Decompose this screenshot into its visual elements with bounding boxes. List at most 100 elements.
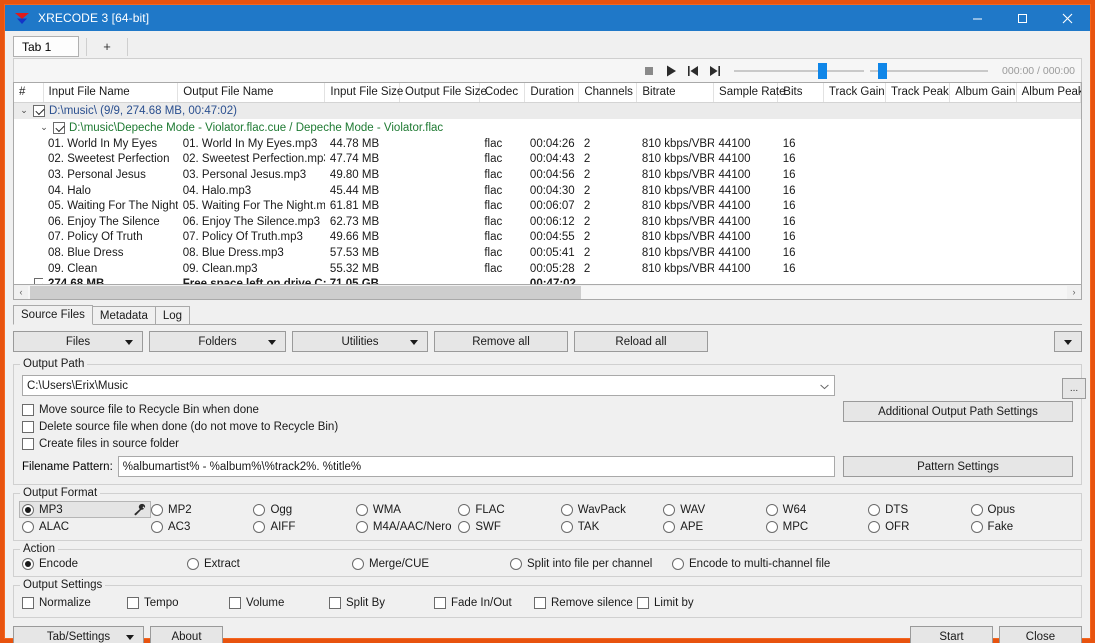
format-radio[interactable] bbox=[151, 504, 163, 516]
setting-option-limit-by[interactable]: Limit by bbox=[637, 594, 1073, 611]
table-horizontal-scrollbar[interactable]: ‹ › bbox=[13, 285, 1082, 300]
action-option-split-into-file-per-channel[interactable]: Split into file per channel bbox=[510, 558, 672, 570]
action-radio[interactable] bbox=[510, 558, 522, 570]
column-header-album-peak[interactable]: Album Peak bbox=[1016, 83, 1080, 102]
format-option-mp3[interactable]: MP3 bbox=[22, 503, 151, 516]
scroll-thumb[interactable] bbox=[30, 286, 581, 299]
format-radio[interactable] bbox=[356, 504, 368, 516]
total-checkbox[interactable] bbox=[34, 278, 43, 285]
seek-slider[interactable] bbox=[734, 62, 864, 80]
column-header-bitrate[interactable]: Bitrate bbox=[637, 83, 714, 102]
format-radio[interactable] bbox=[22, 504, 34, 516]
format-radio[interactable] bbox=[868, 504, 880, 516]
format-radio[interactable] bbox=[663, 521, 675, 533]
format-radio[interactable] bbox=[253, 504, 265, 516]
table-row[interactable]: 404. Halo04. Halo.mp345.44 MBflac00:04:3… bbox=[14, 183, 1081, 199]
setting-checkbox[interactable] bbox=[329, 597, 341, 609]
format-radio[interactable] bbox=[458, 521, 470, 533]
about-button[interactable]: About bbox=[150, 626, 223, 643]
format-option-w64[interactable]: W64 bbox=[766, 503, 868, 516]
close-button[interactable] bbox=[1045, 5, 1090, 31]
column-header-album-gain[interactable]: Album Gain bbox=[950, 83, 1016, 102]
close-dialog-button[interactable]: Close bbox=[999, 626, 1082, 643]
column-header-bits[interactable]: Bits bbox=[778, 83, 824, 102]
format-radio[interactable] bbox=[766, 521, 778, 533]
group-checkbox[interactable] bbox=[33, 105, 45, 117]
next-button[interactable] bbox=[704, 61, 726, 81]
table-group-row[interactable]: ⌄D:\music\ (9/9, 274.68 MB, 00:47:02) bbox=[14, 102, 1081, 119]
format-radio[interactable] bbox=[253, 521, 265, 533]
add-tab-button[interactable]: + bbox=[94, 36, 120, 57]
column-header-duration[interactable]: Duration bbox=[525, 83, 579, 102]
column-header-channels[interactable]: Channels bbox=[579, 83, 637, 102]
subgroup-checkbox[interactable] bbox=[53, 122, 65, 134]
scroll-trough[interactable] bbox=[28, 286, 1067, 299]
output-path-input[interactable]: C:\Users\Erix\Music bbox=[22, 375, 835, 396]
table-subgroup-row[interactable]: ⌄D:\music\Depeche Mode - Violator.flac.c… bbox=[14, 119, 1081, 136]
setting-checkbox[interactable] bbox=[637, 597, 649, 609]
move-source-to-recycle-bin-checkbox[interactable] bbox=[22, 404, 34, 416]
format-radio[interactable] bbox=[22, 521, 34, 533]
format-option-wma[interactable]: WMA bbox=[356, 503, 458, 516]
volume-thumb[interactable] bbox=[878, 63, 887, 79]
chevron-down-icon[interactable] bbox=[820, 384, 829, 389]
format-option-ac3[interactable]: AC3 bbox=[151, 521, 253, 533]
table-row[interactable]: 707. Policy Of Truth07. Policy Of Truth.… bbox=[14, 230, 1081, 246]
scroll-right-arrow[interactable]: › bbox=[1067, 286, 1081, 299]
files-dropdown-button[interactable]: Files bbox=[13, 331, 143, 352]
column-header-output-file-size[interactable]: Output File Size bbox=[400, 83, 480, 102]
format-radio[interactable] bbox=[561, 521, 573, 533]
format-option-ape[interactable]: APE bbox=[663, 521, 765, 533]
action-option-merge-cue[interactable]: Merge/CUE bbox=[352, 558, 510, 570]
format-option-aiff[interactable]: AIFF bbox=[253, 521, 355, 533]
action-radio[interactable] bbox=[187, 558, 199, 570]
column-header-track-gain[interactable]: Track Gain bbox=[823, 83, 885, 102]
column-header-codec[interactable]: Codec bbox=[479, 83, 525, 102]
format-radio[interactable] bbox=[971, 504, 983, 516]
seek-thumb[interactable] bbox=[818, 63, 827, 79]
setting-checkbox[interactable] bbox=[127, 597, 139, 609]
toolbar-more-button[interactable] bbox=[1054, 331, 1082, 352]
tab-metadata[interactable]: Metadata bbox=[92, 306, 156, 325]
setting-option-volume[interactable]: Volume bbox=[229, 594, 329, 611]
format-selected-wrap[interactable]: MP3 bbox=[19, 501, 151, 518]
action-option-encode-to-multi-channel-file[interactable]: Encode to multi-channel file bbox=[672, 558, 1073, 570]
format-radio[interactable] bbox=[151, 521, 163, 533]
create-files-in-source-folder-checkbox[interactable] bbox=[22, 438, 34, 450]
remove-all-button[interactable]: Remove all bbox=[434, 331, 568, 352]
setting-checkbox[interactable] bbox=[434, 597, 446, 609]
format-option-m4a-aac-nero[interactable]: M4A/AAC/Nero bbox=[356, 521, 458, 533]
volume-slider[interactable] bbox=[870, 62, 988, 80]
format-radio[interactable] bbox=[868, 521, 880, 533]
tab-settings-dropdown-button[interactable]: Tab/Settings bbox=[13, 626, 144, 643]
format-radio[interactable] bbox=[458, 504, 470, 516]
folders-dropdown-button[interactable]: Folders bbox=[149, 331, 286, 352]
table-row[interactable]: 808. Blue Dress08. Blue Dress.mp357.53 M… bbox=[14, 245, 1081, 261]
setting-option-fade-in-out[interactable]: Fade In/Out bbox=[434, 594, 534, 611]
column-header-sample-rate[interactable]: Sample Rate bbox=[714, 83, 778, 102]
format-option-wavpack[interactable]: WavPack bbox=[561, 503, 663, 516]
tab-1[interactable]: Tab 1 bbox=[13, 36, 79, 57]
reload-all-button[interactable]: Reload all bbox=[574, 331, 708, 352]
column-header-input-file-name[interactable]: Input File Name bbox=[43, 83, 178, 102]
setting-checkbox[interactable] bbox=[229, 597, 241, 609]
format-radio[interactable] bbox=[971, 521, 983, 533]
format-option-mp2[interactable]: MP2 bbox=[151, 503, 253, 516]
setting-checkbox[interactable] bbox=[534, 597, 546, 609]
format-radio[interactable] bbox=[663, 504, 675, 516]
format-option-alac[interactable]: ALAC bbox=[22, 521, 151, 533]
expand-chevron-icon[interactable]: ⌄ bbox=[19, 106, 29, 115]
format-option-mpc[interactable]: MPC bbox=[766, 521, 868, 533]
action-option-encode[interactable]: Encode bbox=[22, 558, 187, 570]
table-row[interactable]: 101. World In My Eyes01. World In My Eye… bbox=[14, 136, 1081, 152]
table-row[interactable]: 606. Enjoy The Silence06. Enjoy The Sile… bbox=[14, 214, 1081, 230]
column-header-output-file-name[interactable]: Output File Name bbox=[178, 83, 325, 102]
table-row[interactable]: 505. Waiting For The Night05. Waiting Fo… bbox=[14, 198, 1081, 214]
column-header-number[interactable]: # bbox=[14, 83, 43, 102]
previous-button[interactable] bbox=[682, 61, 704, 81]
format-option-opus[interactable]: Opus bbox=[971, 503, 1073, 516]
stop-button[interactable] bbox=[638, 61, 660, 81]
maximize-button[interactable] bbox=[1000, 5, 1045, 31]
pattern-settings-button[interactable]: Pattern Settings bbox=[843, 456, 1073, 477]
filename-pattern-input[interactable]: %albumartist% - %album%\%track2%. %title… bbox=[118, 456, 835, 477]
